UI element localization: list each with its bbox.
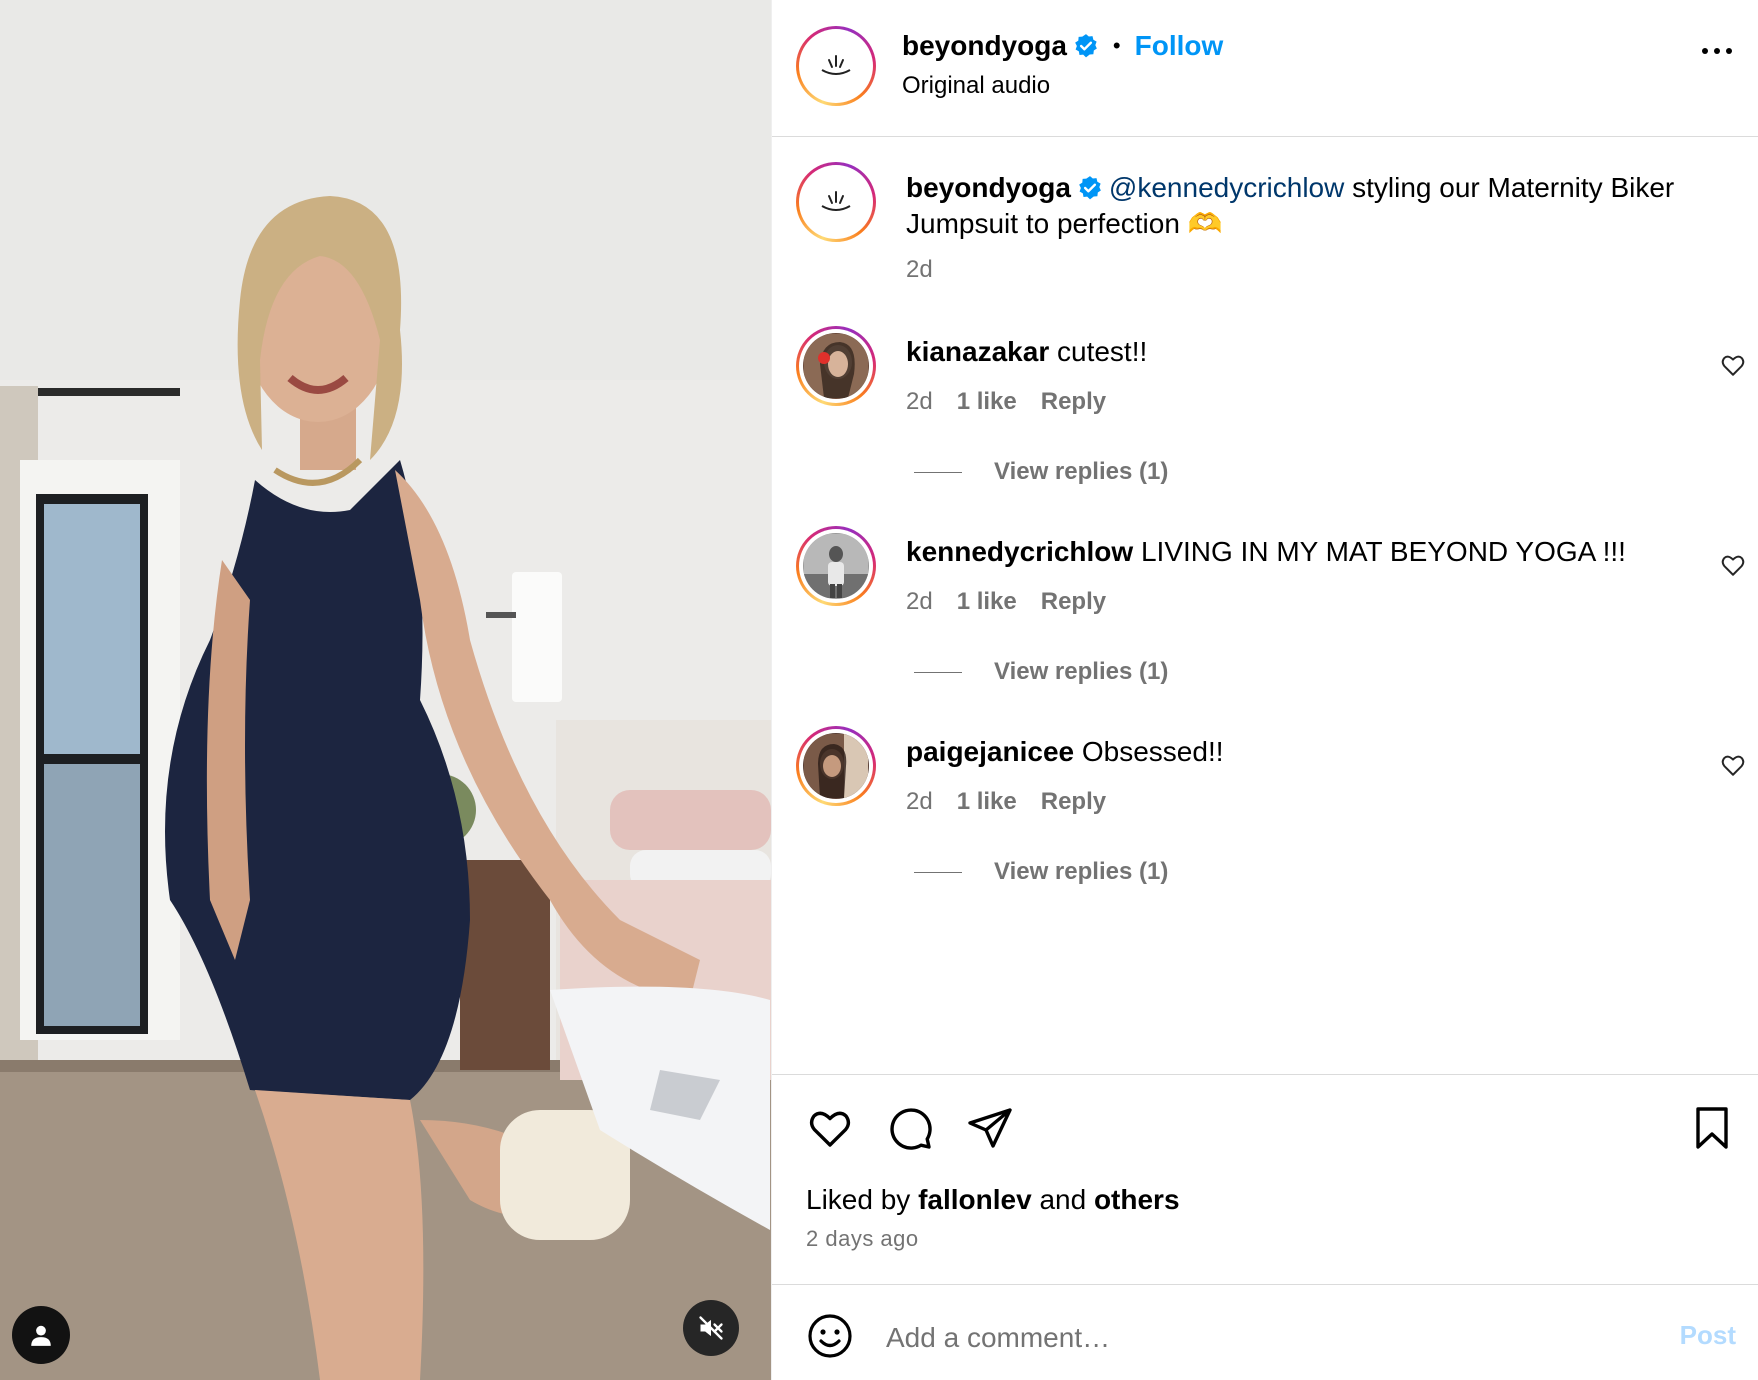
comment-icon[interactable]	[886, 1104, 934, 1152]
comment-meta: 2d 1 like Reply	[906, 788, 1106, 816]
likes-and: and	[1039, 1184, 1087, 1215]
user-tag-icon	[31, 1325, 51, 1346]
likes-prefix: Liked by	[806, 1184, 911, 1215]
view-replies-button[interactable]: View replies (1)	[914, 858, 1168, 886]
view-replies-label: View replies (1)	[994, 458, 1169, 485]
verified-badge-icon	[1079, 176, 1101, 200]
more-options-icon[interactable]	[1702, 48, 1732, 54]
view-replies-button[interactable]: View replies (1)	[914, 658, 1168, 686]
view-replies-label: View replies (1)	[994, 658, 1169, 685]
post-video[interactable]	[0, 0, 771, 1380]
mute-toggle-button[interactable]	[683, 1300, 739, 1356]
comment-likes[interactable]: 1 like	[957, 788, 1017, 816]
caption-meta: 2d	[906, 256, 933, 284]
likes-others[interactable]: others	[1094, 1184, 1180, 1215]
verified-badge-icon	[1075, 34, 1097, 58]
brand-logo-icon	[821, 191, 851, 211]
comment-time[interactable]: 2d	[906, 788, 933, 816]
caption-avatar[interactable]	[796, 162, 876, 242]
reply-button[interactable]: Reply	[1041, 588, 1106, 616]
mute-icon	[699, 1316, 723, 1340]
comment-item: kennedycrichlow LIVING IN MY MAT BEYOND …	[906, 534, 1706, 570]
author-username[interactable]: beyondyoga	[902, 30, 1067, 62]
comment-item: paigejanicee Obsessed!!	[906, 734, 1706, 770]
heart-icon[interactable]	[806, 1104, 854, 1152]
header-separator: •	[1112, 33, 1121, 58]
comment-like-icon[interactable]	[1720, 552, 1746, 578]
comment-username[interactable]: kennedycrichlow	[906, 536, 1133, 567]
comment-item: kianazakar cutest!!	[906, 334, 1706, 370]
user-photo-icon	[804, 734, 868, 798]
action-bar	[806, 1104, 1014, 1152]
caption-mention-link[interactable]: @kennedycrichlow	[1109, 172, 1344, 203]
emoji-icon[interactable]	[806, 1312, 854, 1360]
likes-user[interactable]: fallonlev	[918, 1184, 1032, 1215]
composer-divider	[772, 1284, 1758, 1285]
follow-button[interactable]: Follow	[1135, 30, 1224, 62]
brand-logo-icon	[821, 55, 851, 75]
post-timestamp[interactable]: 2 days ago	[806, 1226, 919, 1252]
replies-line	[914, 471, 962, 473]
comment-meta: 2d 1 like Reply	[906, 588, 1106, 616]
replies-line	[914, 871, 962, 873]
comment-input[interactable]	[886, 1316, 1586, 1360]
comment-avatar[interactable]	[796, 526, 876, 606]
comment-like-icon[interactable]	[1720, 752, 1746, 778]
comment-username[interactable]: paigejanicee	[906, 736, 1074, 767]
video-frame	[0, 0, 771, 1380]
author-avatar[interactable]	[796, 26, 876, 106]
reply-button[interactable]: Reply	[1041, 388, 1106, 416]
comment-time[interactable]: 2d	[906, 388, 933, 416]
user-photo-icon	[804, 534, 868, 598]
reply-button[interactable]: Reply	[1041, 788, 1106, 816]
comment-text: Obsessed!!	[1081, 736, 1224, 767]
view-replies-label: View replies (1)	[994, 858, 1169, 885]
caption-username[interactable]: beyondyoga	[906, 172, 1071, 203]
header-divider	[772, 136, 1758, 137]
view-replies-button[interactable]: View replies (1)	[914, 458, 1168, 486]
audio-link[interactable]: Original audio	[902, 72, 1050, 100]
post-comment-button[interactable]: Post	[1680, 1320, 1736, 1351]
post-caption: beyondyoga @kennedycrichlow styling our …	[906, 170, 1726, 242]
comment-time[interactable]: 2d	[906, 588, 933, 616]
post-sidebar: beyondyoga • Follow Original audio beyon…	[771, 0, 1758, 1380]
share-icon[interactable]	[966, 1104, 1014, 1152]
caption-time[interactable]: 2d	[906, 256, 933, 284]
comment-meta: 2d 1 like Reply	[906, 388, 1106, 416]
comment-like-icon[interactable]	[1720, 352, 1746, 378]
post-header: beyondyoga • Follow	[902, 30, 1223, 62]
comment-text: LIVING IN MY MAT BEYOND YOGA !!!	[1140, 536, 1626, 567]
user-photo-icon	[804, 334, 868, 398]
comment-likes[interactable]: 1 like	[957, 388, 1017, 416]
tagged-users-button[interactable]	[12, 1306, 70, 1364]
comment-avatar[interactable]	[796, 726, 876, 806]
comment-username[interactable]: kianazakar	[906, 336, 1049, 367]
bookmark-icon[interactable]	[1688, 1104, 1736, 1152]
comment-text: cutest!!	[1057, 336, 1148, 367]
replies-line	[914, 671, 962, 673]
comment-likes[interactable]: 1 like	[957, 588, 1017, 616]
likes-summary[interactable]: Liked by fallonlev and others	[806, 1184, 1180, 1216]
comment-avatar[interactable]	[796, 326, 876, 406]
actions-divider	[772, 1074, 1758, 1075]
